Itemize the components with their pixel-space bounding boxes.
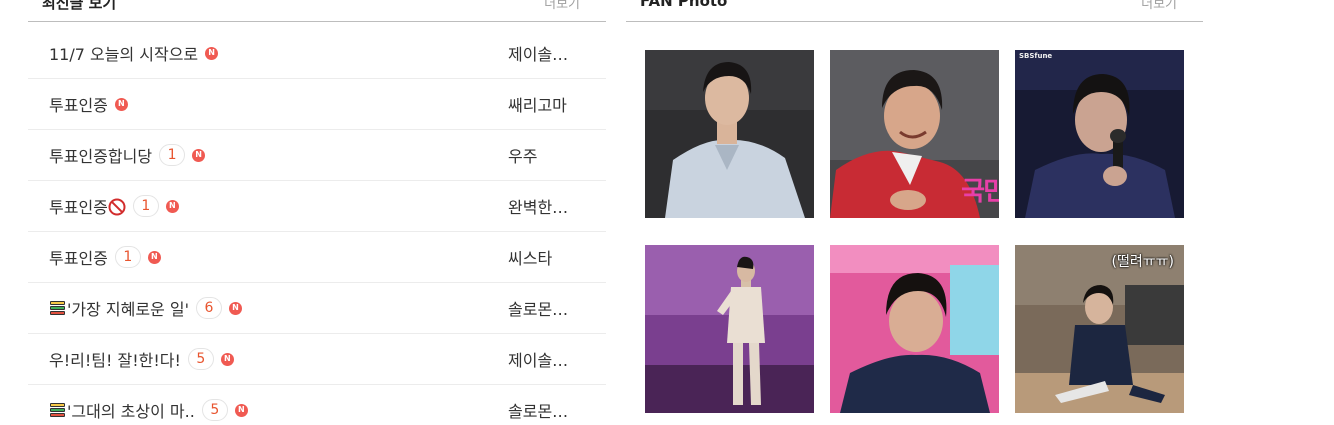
fan-photo-header: FAN Photo 더보기	[626, 0, 1203, 22]
photo-image	[645, 245, 814, 413]
books-emoji-icon	[49, 403, 66, 419]
post-main: 투표인증 N	[49, 79, 128, 129]
photo-watermark: SBSfune	[1019, 52, 1053, 60]
post-main: 우!리!팀! 잘!한!다! 5 N	[49, 334, 234, 384]
post-author: 솔로몬…	[508, 385, 588, 425]
prohibited-emoji-icon	[108, 198, 126, 216]
post-main: 11/7 오늘의 시작으로 N	[49, 28, 219, 78]
new-badge-icon: N	[114, 97, 128, 111]
post-author-name: 완벽한…	[508, 198, 569, 217]
post-row[interactable]: '가장 지혜로운 일' 6 N 솔로몬…	[28, 283, 606, 334]
post-title[interactable]: '가장 지혜로운 일'	[49, 296, 189, 320]
post-author: 우주	[508, 130, 588, 180]
comment-count[interactable]: 1	[159, 144, 186, 166]
post-author-name: 솔로몬…	[508, 402, 569, 421]
fan-photo-panel: FAN Photo 더보기 국민 SBSfune (떨려ㅠㅠ)	[626, 0, 1203, 425]
post-title[interactable]: '그대의 초상이 마..	[49, 398, 195, 422]
new-badge-icon: N	[192, 148, 206, 162]
new-badge-icon: N	[147, 250, 161, 264]
comment-count[interactable]: 5	[187, 348, 214, 370]
latest-posts-title: 최신글 보기	[42, 0, 117, 12]
post-list: 11/7 오늘의 시작으로 N 제이솔… 투표인증 N 쌔리고마 투표인증합니당…	[28, 28, 606, 425]
latest-posts-header: 최신글 보기 더보기	[28, 0, 606, 22]
post-author: 제이솔…	[508, 334, 588, 384]
post-author-name: 쌔리고마	[508, 96, 567, 115]
new-badge-icon: N	[229, 301, 243, 315]
fan-photo-title: FAN Photo	[640, 0, 728, 10]
photo-thumbnail[interactable]: SBSfune	[1015, 50, 1184, 218]
photo-thumbnail[interactable]: 국민	[830, 50, 999, 218]
comment-count[interactable]: 1	[114, 246, 141, 268]
post-title[interactable]: 투표인증	[49, 92, 108, 116]
photo-image	[645, 50, 814, 218]
new-badge-icon: N	[205, 46, 219, 60]
post-main: 투표인증 1 N	[49, 181, 179, 231]
post-row[interactable]: 투표인증 1 N 완벽한…	[28, 181, 606, 232]
post-author-name: 제이솔…	[508, 45, 569, 64]
post-title-text: 투표인증	[49, 198, 108, 217]
photo-image	[1015, 50, 1184, 218]
photo-image	[830, 245, 999, 413]
post-main: 투표인증 1 N	[49, 232, 161, 282]
photo-thumbnail[interactable]	[830, 245, 999, 413]
photo-overlay-text: 국민	[961, 177, 999, 207]
photo-thumbnail[interactable]	[645, 245, 814, 413]
post-author: 제이솔…	[508, 28, 588, 78]
post-main: '그대의 초상이 마.. 5 N	[49, 385, 248, 425]
post-row[interactable]: 투표인증 1 N 씨스타	[28, 232, 606, 283]
comment-count[interactable]: 1	[132, 195, 159, 217]
post-author-name: 우주	[508, 147, 538, 166]
post-title[interactable]: 투표인증	[49, 245, 108, 269]
post-title-text: '가장 지혜로운 일'	[67, 300, 190, 319]
post-main: '가장 지혜로운 일' 6 N	[49, 283, 243, 333]
post-title[interactable]: 우!리!팀! 잘!한!다!	[49, 347, 181, 371]
post-author-name: 솔로몬…	[508, 300, 569, 319]
post-row[interactable]: 우!리!팀! 잘!한!다! 5 N 제이솔…	[28, 334, 606, 385]
post-title[interactable]: 11/7 오늘의 시작으로	[49, 41, 198, 65]
new-badge-icon: N	[234, 403, 248, 417]
comment-count[interactable]: 5	[201, 399, 228, 421]
fan-photo-more-link[interactable]: 더보기	[1141, 0, 1177, 12]
photo-grid: 국민 SBSfune (떨려ㅠㅠ)	[645, 50, 1185, 420]
post-author-name: 씨스타	[508, 249, 553, 268]
post-row[interactable]: 투표인증 N 쌔리고마	[28, 79, 606, 130]
post-author: 쌔리고마	[508, 79, 588, 129]
photo-thumbnail[interactable]: (떨려ㅠㅠ)	[1015, 245, 1184, 413]
post-row[interactable]: '그대의 초상이 마.. 5 N 솔로몬…	[28, 385, 606, 425]
new-badge-icon: N	[220, 352, 234, 366]
post-author: 씨스타	[508, 232, 588, 282]
latest-posts-more-link[interactable]: 더보기	[544, 0, 580, 12]
post-author: 솔로몬…	[508, 283, 588, 333]
books-emoji-icon	[49, 301, 66, 317]
post-main: 투표인증합니당 1 N	[49, 130, 206, 180]
photo-thumbnail[interactable]	[645, 50, 814, 218]
latest-posts-panel: 최신글 보기 더보기 11/7 오늘의 시작으로 N 제이솔… 투표인증 N 쌔…	[28, 0, 606, 425]
new-badge-icon: N	[165, 199, 179, 213]
post-title-text: '그대의 초상이 마..	[67, 402, 195, 421]
post-author: 완벽한…	[508, 181, 588, 231]
post-author-name: 제이솔…	[508, 351, 569, 370]
post-row[interactable]: 11/7 오늘의 시작으로 N 제이솔…	[28, 28, 606, 79]
post-row[interactable]: 투표인증합니당 1 N 우주	[28, 130, 606, 181]
comment-count[interactable]: 6	[196, 297, 223, 319]
post-title[interactable]: 투표인증합니당	[49, 143, 152, 167]
post-title[interactable]: 투표인증	[49, 194, 126, 218]
photo-caption: (떨려ㅠㅠ)	[1111, 254, 1174, 270]
